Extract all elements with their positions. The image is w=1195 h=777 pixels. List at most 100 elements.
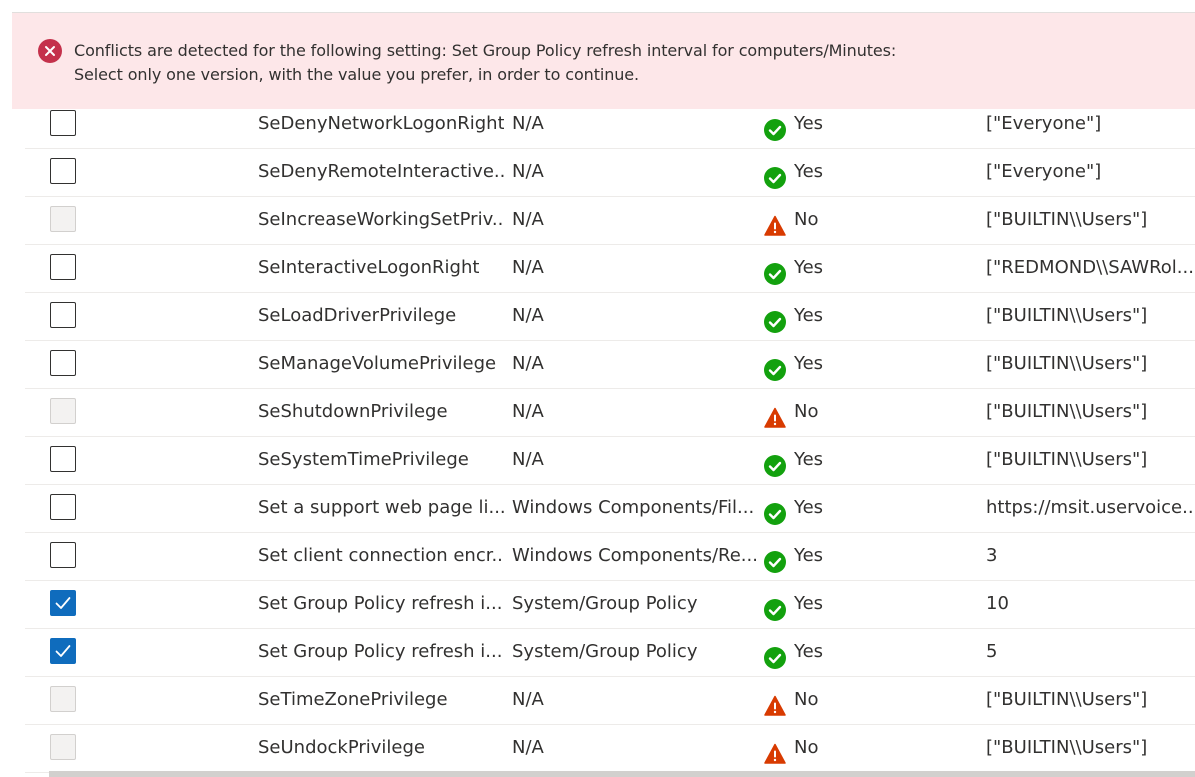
setting-value: ["BUILTIN\\Users"] [986, 305, 1148, 326]
setting-name: SeLoadDriverPrivilege [258, 305, 457, 326]
setting-value: ["REDMOND\\SAWRol... [986, 257, 1194, 278]
setting-category: N/A [512, 689, 544, 710]
setting-name: Set client connection encr... [258, 545, 504, 566]
table-row[interactable]: Set a support web page li... Windows Comp… [25, 484, 1195, 533]
warning-triangle-icon [764, 208, 786, 236]
status-cell: No [764, 724, 944, 772]
table-row[interactable]: SeShutdownPrivilege N/A No ["BUILTIN\\Users… [25, 388, 1195, 437]
row-checkbox[interactable] [50, 350, 76, 376]
check-circle-icon [764, 640, 786, 669]
row-checkbox [50, 398, 76, 424]
setting-name: SeIncreaseWorkingSetPriv... [258, 209, 504, 230]
table-row[interactable]: SeIncreaseWorkingSetPriv... N/A No ["BUILTI… [25, 196, 1195, 245]
setting-value: ["BUILTIN\\Users"] [986, 737, 1148, 758]
warning-triangle-icon [764, 736, 786, 764]
status-label: No [794, 209, 819, 230]
table-row[interactable]: SeDenyNetworkLogonRight N/A Yes ["Everyone"… [25, 100, 1195, 149]
setting-name: SeShutdownPrivilege [258, 401, 448, 422]
row-checkbox[interactable] [50, 446, 76, 472]
setting-value: 5 [986, 641, 998, 662]
status-label: No [794, 401, 819, 422]
setting-category: N/A [512, 401, 544, 422]
row-checkbox [50, 206, 76, 232]
error-message-line-1: Conflicts are detected for the following… [74, 41, 897, 60]
status-label: No [794, 689, 819, 710]
status-label: Yes [794, 257, 824, 278]
row-checkbox[interactable] [50, 158, 76, 184]
status-cell: Yes [764, 340, 944, 388]
setting-value: https://msit.uservoice.... [986, 497, 1195, 518]
table-row[interactable]: Set Group Policy refresh i... System/Grou… [25, 580, 1195, 629]
check-circle-icon [764, 256, 786, 285]
setting-category: N/A [512, 353, 544, 374]
status-cell: Yes [764, 580, 944, 628]
row-checkbox[interactable] [50, 638, 76, 664]
table-row[interactable]: SeManageVolumePrivilege N/A Yes ["BUILTIN\\… [25, 340, 1195, 389]
status-label: No [794, 737, 819, 758]
setting-name: SeDenyNetworkLogonRight [258, 113, 504, 134]
table-row[interactable]: SeUndockPrivilege N/A No ["BUILTIN\\Users"] [25, 724, 1195, 773]
status-label: Yes [794, 353, 824, 374]
setting-category: N/A [512, 113, 544, 134]
error-message-line-2: Select only one version, with the value … [74, 65, 640, 84]
status-label: Yes [794, 113, 824, 134]
setting-name: SeTimeZonePrivilege [258, 689, 448, 710]
setting-value: 3 [986, 545, 998, 566]
setting-value: ["BUILTIN\\Users"] [986, 353, 1148, 374]
row-checkbox-cell [50, 628, 78, 676]
setting-value: ["BUILTIN\\Users"] [986, 209, 1148, 230]
check-circle-icon [764, 112, 786, 141]
table-row[interactable]: SeSystemTimePrivilege N/A Yes ["BUILTIN\\Us… [25, 436, 1195, 485]
table-row[interactable]: Set Group Policy refresh i... System/Grou… [25, 628, 1195, 677]
setting-name: Set a support web page li... [258, 497, 504, 518]
setting-name: SeUndockPrivilege [258, 737, 426, 758]
row-checkbox[interactable] [50, 590, 76, 616]
table-row[interactable]: SeLoadDriverPrivilege N/A Yes ["BUILTIN\\Us… [25, 292, 1195, 341]
table-row[interactable]: SeTimeZonePrivilege N/A No ["BUILTIN\\Users… [25, 676, 1195, 725]
status-label: Yes [794, 497, 824, 518]
row-checkbox-cell [50, 100, 78, 148]
horizontal-scrollbar[interactable] [49, 771, 1195, 777]
status-cell: Yes [764, 244, 944, 292]
status-label: Yes [794, 545, 824, 566]
setting-category: System/Group Policy [512, 593, 698, 614]
setting-category: N/A [512, 737, 544, 758]
setting-category: N/A [512, 161, 544, 182]
check-circle-icon [764, 304, 786, 333]
setting-value: 10 [986, 593, 1009, 614]
setting-category: Windows Components/Re... [512, 545, 756, 566]
setting-name: Set Group Policy refresh i... [258, 641, 503, 662]
setting-category: N/A [512, 305, 544, 326]
check-circle-icon [764, 544, 786, 573]
table-row[interactable]: SeDenyRemoteInteractive... N/A Yes ["Everyo… [25, 148, 1195, 197]
row-checkbox[interactable] [50, 542, 76, 568]
table-row[interactable]: SeInteractiveLogonRight N/A Yes ["REDMOND\\… [25, 244, 1195, 293]
row-checkbox[interactable] [50, 110, 76, 136]
status-cell: No [764, 676, 944, 724]
row-checkbox[interactable] [50, 302, 76, 328]
check-circle-icon [764, 160, 786, 189]
warning-triangle-icon [764, 400, 786, 428]
setting-name: SeManageVolumePrivilege [258, 353, 497, 374]
row-checkbox-cell [50, 340, 78, 388]
status-cell: Yes [764, 484, 944, 532]
row-checkbox-cell [50, 676, 78, 724]
conflict-error-banner: Conflicts are detected for the following… [12, 13, 1195, 109]
setting-value: ["Everyone"] [986, 113, 1102, 134]
setting-category: N/A [512, 209, 544, 230]
status-cell: Yes [764, 436, 944, 484]
table-row[interactable]: Set client connection encr... Windows Com… [25, 532, 1195, 581]
row-checkbox[interactable] [50, 254, 76, 280]
check-circle-icon [764, 592, 786, 621]
check-circle-icon [764, 352, 786, 381]
check-circle-icon [764, 448, 786, 477]
row-checkbox-cell [50, 580, 78, 628]
row-checkbox-cell [50, 484, 78, 532]
setting-value: ["BUILTIN\\Users"] [986, 689, 1148, 710]
row-checkbox[interactable] [50, 494, 76, 520]
status-label: Yes [794, 305, 824, 326]
row-checkbox-cell [50, 148, 78, 196]
row-checkbox-cell [50, 436, 78, 484]
setting-name: SeDenyRemoteInteractive... [258, 161, 504, 182]
status-label: Yes [794, 449, 824, 470]
